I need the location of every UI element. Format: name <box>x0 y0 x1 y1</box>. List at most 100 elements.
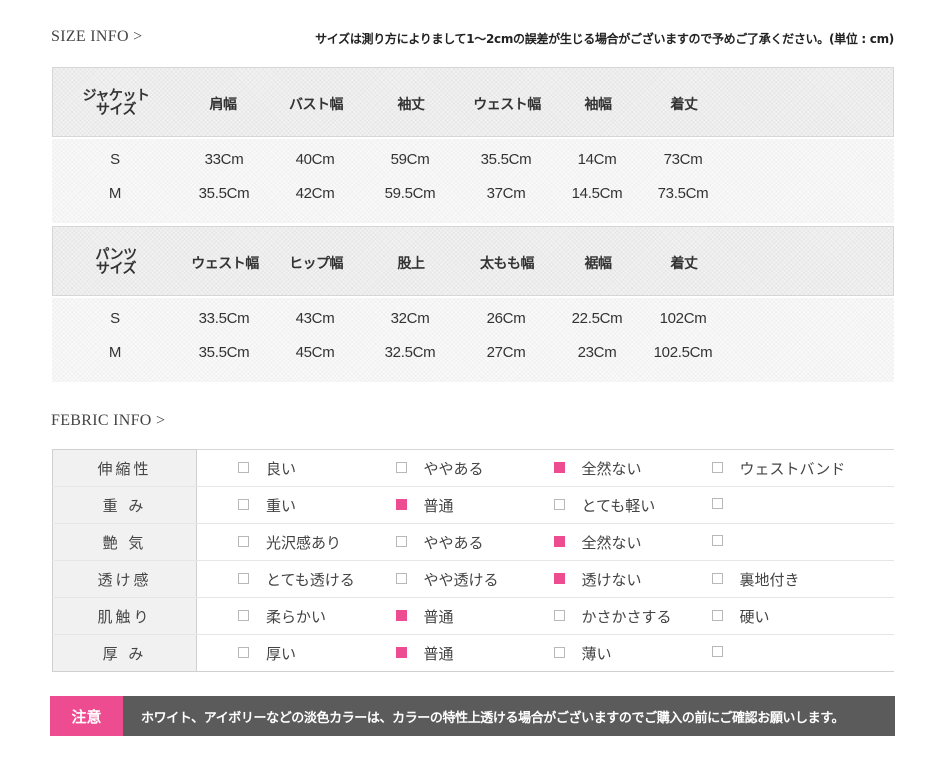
pants-size-m: M <box>108 344 122 361</box>
fabric-option-label: かさかさする <box>581 607 672 626</box>
jacket-body: S 33Cm 40Cm 59Cm 35.5Cm 14Cm 73Cm M 35.5… <box>52 139 894 223</box>
checkbox-icon <box>395 572 407 584</box>
fabric-option-label: ややある <box>423 533 484 552</box>
checkbox-icon <box>553 646 565 658</box>
checkbox-icon <box>711 646 723 657</box>
fabric-row-label: 艶 気 <box>52 523 197 561</box>
fabric-option-label: 全然ない <box>581 533 642 552</box>
fabric-option-label: 普通 <box>423 496 454 515</box>
fabric-option: ややある <box>354 449 513 487</box>
fabric-option: ややある <box>354 523 513 561</box>
fabric-option-label: とても透ける <box>266 570 355 589</box>
table-cell: 33Cm <box>204 151 244 168</box>
checked-box-icon <box>395 498 407 510</box>
table-cell: 27Cm <box>486 344 526 361</box>
checked-box-icon <box>553 572 565 584</box>
fabric-option: 全然ない <box>512 449 671 487</box>
table-cell: 43Cm <box>295 310 335 327</box>
checked-box-icon <box>553 535 565 547</box>
fabric-option-label: 光沢感あり <box>266 533 342 552</box>
pants-body: S 33.5Cm 43Cm 32Cm 26Cm 22.5Cm 102Cm M 3… <box>52 298 894 382</box>
notice-text: ホワイト、アイボリーなどの淡色カラーは、カラーの特性上透ける場合がございますので… <box>141 710 845 726</box>
checked-box-icon <box>395 646 407 658</box>
fabric-option: 普通 <box>354 486 513 524</box>
table-cell: 102Cm <box>659 310 707 327</box>
fabric-row-filler <box>828 560 894 598</box>
checked-box-icon <box>553 461 565 473</box>
fabric-row-filler <box>828 597 894 635</box>
fabric-row-filler <box>828 523 894 561</box>
fabric-row: 艶 気 光沢感あり ややある 全然ない <box>52 523 894 561</box>
fabric-row: 重 み 重い 普通 とても軽い <box>52 486 894 524</box>
pants-size-label-line2: サイズ <box>95 261 137 277</box>
jacket-header: ジャケット サイズ 肩幅 バスト幅 袖丈 ウェスト幅 袖幅 着丈 <box>52 67 894 137</box>
fabric-option: 厚い <box>196 634 355 672</box>
checkbox-icon <box>711 535 723 546</box>
jacket-size-s: S <box>110 151 120 168</box>
fabric-option-label: 普通 <box>423 644 454 663</box>
fabric-option-label: 全然ない <box>581 459 642 478</box>
table-cell: 42Cm <box>295 185 335 202</box>
fabric-option <box>670 523 829 561</box>
fabric-option: 裏地付き <box>670 560 829 598</box>
fabric-option-label: 裏地付き <box>739 570 800 589</box>
table-cell: 26Cm <box>486 310 526 327</box>
fabric-option-label: とても軽い <box>581 496 656 515</box>
jacket-size-label: ジャケット サイズ <box>83 89 150 117</box>
fabric-row-label: 透け感 <box>52 560 197 598</box>
table-cell: 23Cm <box>577 344 617 361</box>
jacket-size-label-line1: ジャケット <box>82 88 150 104</box>
table-cell: 102.5Cm <box>653 344 713 361</box>
table-cell: 33.5Cm <box>198 310 250 327</box>
fabric-option: 普通 <box>354 634 513 672</box>
table-cell: 73.5Cm <box>657 185 709 202</box>
checkbox-icon <box>238 609 249 621</box>
table-cell: 37Cm <box>486 185 526 202</box>
table-cell: 14.5Cm <box>571 185 623 202</box>
notice-label: 注意 <box>50 696 123 736</box>
checkbox-icon <box>553 498 565 510</box>
fabric-table: 伸縮性 良い ややある 全然ない ウェストバンド重 み重い 普通 とても軽い艶 気光沢感あり… <box>52 449 894 672</box>
fabric-option-label: 硬い <box>739 607 770 626</box>
table-cell: 14Cm <box>577 151 617 168</box>
table-cell: 59Cm <box>390 151 430 168</box>
fabric-row-filler <box>828 634 894 672</box>
pants-col-header: ヒップ幅 <box>289 256 344 272</box>
fabric-option: 柔らかい <box>196 597 355 635</box>
fabric-row-label: 重 み <box>52 486 197 524</box>
checkbox-icon <box>238 572 249 584</box>
jacket-col-header: ウェスト幅 <box>473 97 541 113</box>
fabric-row: 肌触り 柔らかい 普通 かさかさする 硬い <box>52 597 894 635</box>
fabric-option <box>670 634 829 672</box>
fabric-row: 透け感 とても透ける やや透ける 透けない 裏地付き <box>52 560 894 598</box>
fabric-option-label: 普通 <box>423 607 454 626</box>
fabric-option-label: ウェストバンド <box>739 459 846 478</box>
fabric-option: 薄い <box>512 634 671 672</box>
fabric-option: 透けない <box>512 560 671 598</box>
fabric-row: 伸縮性 良い ややある 全然ない ウェストバンド <box>52 449 894 487</box>
jacket-col-header: 袖丈 <box>397 97 426 113</box>
checkbox-icon <box>553 609 565 621</box>
jacket-col-header: バスト幅 <box>289 97 344 113</box>
table-cell: 35.5Cm <box>198 185 250 202</box>
fabric-option: 重い <box>196 486 355 524</box>
fabric-option: ウェストバンド <box>670 449 845 487</box>
jacket-size-label-line2: サイズ <box>95 102 137 118</box>
checked-box-icon <box>395 609 407 621</box>
fabric-row-label: 肌触り <box>52 597 197 635</box>
fabric-option: とても透ける <box>196 560 355 598</box>
fabric-option-label: 良い <box>266 459 297 478</box>
checkbox-icon <box>711 498 723 509</box>
table-cell: 73Cm <box>663 151 703 168</box>
checkbox-icon <box>238 535 249 547</box>
jacket-col-header: 着丈 <box>670 97 699 113</box>
size-note: サイズは測り方によりまして1〜2cmの誤差が生じる場合がございますので予めご了承… <box>315 32 894 46</box>
pants-header: パンツ サイズ ウェスト幅 ヒップ幅 股上 太もも幅 裾幅 着丈 <box>52 226 894 296</box>
table-cell: 32Cm <box>390 310 430 327</box>
fabric-option: 良い <box>196 449 355 487</box>
checkbox-icon <box>711 461 723 473</box>
checkbox-icon <box>711 609 723 621</box>
pants-size-label: パンツ サイズ <box>95 248 137 277</box>
fabric-option <box>670 486 829 524</box>
fabric-option-label: 厚い <box>266 644 297 663</box>
